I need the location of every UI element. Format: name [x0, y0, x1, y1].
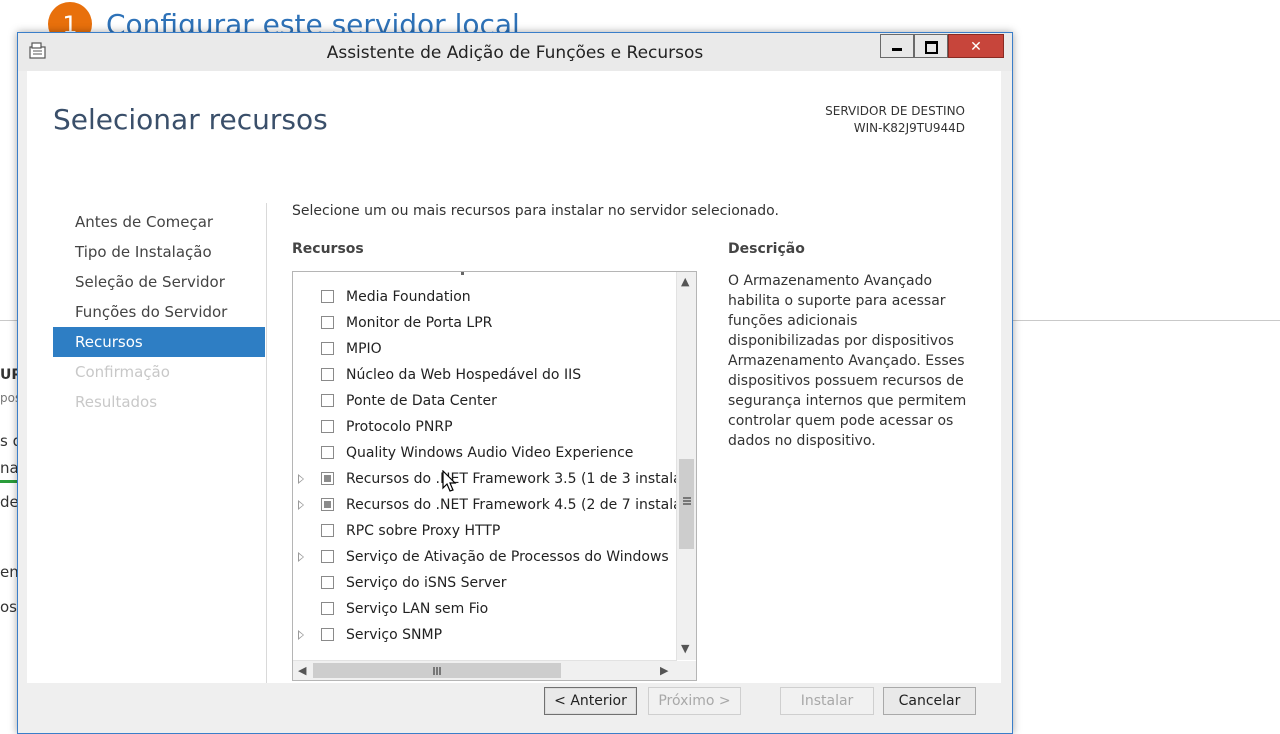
scrolled-item-sliver [461, 272, 464, 275]
close-icon: ✕ [970, 39, 982, 55]
background-underline [0, 480, 18, 483]
wizard-window: Assistente de Adição de Funções e Recurs… [17, 32, 1013, 734]
feature-checkbox[interactable] [321, 342, 334, 355]
description-text: O Armazenamento Avançado habilita o supo… [728, 273, 967, 449]
grip-icon [683, 497, 691, 499]
feature-checkbox[interactable] [321, 576, 334, 589]
background-fragment: os [0, 598, 17, 616]
destination-server-name: WIN-K82J9TU944D [853, 121, 965, 135]
feature-checkbox[interactable] [321, 628, 334, 641]
feature-row[interactable]: Recursos do .NET Framework 4.5 (2 de 7 i… [293, 492, 677, 518]
feature-label: Media Foundation [346, 289, 471, 305]
horizontal-scroll-thumb[interactable] [313, 663, 561, 678]
background-fragment[interactable]: na [0, 459, 19, 477]
feature-label: RPC sobre Proxy HTTP [346, 523, 501, 539]
vertical-scroll-thumb[interactable] [679, 459, 694, 549]
feature-label: Serviço de Ativação de Processos do Wind… [346, 549, 669, 565]
feature-checkbox[interactable] [321, 394, 334, 407]
feature-label: Núcleo da Web Hospedável do IIS [346, 367, 582, 383]
features-heading: Recursos [292, 241, 364, 257]
next-button: Próximo > [648, 687, 741, 715]
feature-row[interactable]: Serviço de Ativação de Processos do Wind… [293, 544, 677, 570]
feature-row[interactable]: Núcleo da Web Hospedável do IIS [293, 362, 677, 388]
feature-label: Serviço LAN sem Fio [346, 601, 489, 617]
maximize-icon [924, 40, 938, 54]
nav-item-tipo-de-instalacao[interactable]: Tipo de Instalação [53, 237, 265, 267]
scrollbar-corner [677, 661, 696, 680]
nav-item-funcoes-do-servidor[interactable]: Funções do Servidor [53, 297, 265, 327]
feature-label: Protocolo PNRP [346, 419, 453, 435]
feature-label: Serviço do iSNS Server [346, 575, 507, 591]
cancel-button[interactable]: Cancelar [883, 687, 976, 715]
feature-checkbox[interactable] [321, 290, 334, 303]
instruction-text: Selecione um ou mais recursos para insta… [292, 203, 779, 219]
wizard-content: Selecionar recursos SERVIDOR DE DESTINO … [27, 71, 1001, 683]
features-list[interactable]: Media Foundation Monitor de Porta LPR MPIO… [292, 271, 697, 681]
feature-label: Monitor de Porta LPR [346, 315, 493, 331]
grip-icon [433, 667, 435, 675]
nav-item-selecao-de-servidor[interactable]: Seleção de Servidor [53, 267, 265, 297]
expand-arrow-icon[interactable] [298, 630, 304, 640]
feature-row[interactable]: RPC sobre Proxy HTTP [293, 518, 677, 544]
feature-checkbox[interactable] [321, 316, 334, 329]
nav-item-antes-de-comecar[interactable]: Antes de Começar [53, 207, 265, 237]
feature-checkbox[interactable] [321, 368, 334, 381]
feature-label: Recursos do .NET Framework 3.5 (1 de 3 i… [346, 471, 677, 487]
feature-row[interactable]: Ponte de Data Center [293, 388, 677, 414]
feature-row[interactable]: Media Foundation [293, 284, 677, 310]
scroll-down-icon[interactable]: ▼ [681, 642, 689, 655]
feature-label: Recursos do .NET Framework 4.5 (2 de 7 i… [346, 497, 677, 513]
scroll-up-icon[interactable]: ▲ [681, 275, 689, 288]
feature-checkbox[interactable] [321, 550, 334, 563]
title-bar[interactable]: Assistente de Adição de Funções e Recurs… [18, 33, 1012, 71]
feature-row[interactable]: Protocolo PNRP [293, 414, 677, 440]
features-rows: Media Foundation Monitor de Porta LPR MPIO… [293, 272, 677, 660]
minimize-button[interactable] [880, 34, 914, 58]
page-title: Selecionar recursos [53, 103, 328, 136]
feature-row[interactable]: Monitor de Porta LPR [293, 310, 677, 336]
previous-button[interactable]: < Anterior [544, 687, 637, 715]
feature-row[interactable]: Quality Windows Audio Video Experience [293, 440, 677, 466]
nav-item-resultados: Resultados [75, 393, 158, 411]
wizard-nav: Antes de Começar Tipo de Instalação Sele… [53, 207, 265, 417]
expand-arrow-icon[interactable] [298, 474, 304, 484]
maximize-button[interactable] [914, 34, 948, 58]
feature-checkbox[interactable] [321, 472, 334, 485]
minimize-icon [892, 47, 902, 51]
feature-row[interactable]: Serviço SNMP [293, 622, 677, 648]
feature-checkbox[interactable] [321, 602, 334, 615]
expand-arrow-icon[interactable] [298, 552, 304, 562]
feature-label: Ponte de Data Center [346, 393, 497, 409]
destination-server: SERVIDOR DE DESTINO WIN-K82J9TU944D [825, 103, 965, 137]
background-fragment: de [0, 493, 19, 511]
feature-checkbox[interactable] [321, 524, 334, 537]
nav-item-recursos[interactable]: Recursos [53, 327, 265, 357]
expand-arrow-icon[interactable] [298, 500, 304, 510]
feature-label: Serviço SNMP [346, 627, 443, 643]
feature-checkbox[interactable] [321, 498, 334, 511]
feature-checkbox[interactable] [321, 420, 334, 433]
wizard-footer: < Anterior Próximo > Instalar Cancelar [27, 683, 1001, 733]
scroll-left-icon[interactable]: ◀ [298, 664, 306, 677]
destination-label: SERVIDOR DE DESTINO [825, 104, 965, 118]
horizontal-scrollbar[interactable]: ◀ ▶ [293, 660, 677, 680]
feature-row[interactable]: MPIO [293, 336, 677, 362]
mouse-pointer-icon [442, 470, 457, 492]
install-button: Instalar [780, 687, 874, 715]
close-button[interactable]: ✕ [948, 34, 1004, 58]
description-heading: Descrição [728, 241, 805, 257]
vertical-scrollbar[interactable]: ▲ ▼ [676, 272, 696, 660]
feature-checkbox[interactable] [321, 446, 334, 459]
nav-divider [266, 203, 267, 683]
feature-row[interactable]: Serviço do iSNS Server [293, 570, 677, 596]
feature-row[interactable]: Serviço LAN sem Fio [293, 596, 677, 622]
feature-label: Quality Windows Audio Video Experience [346, 445, 634, 461]
feature-row[interactable]: Recursos do .NET Framework 3.5 (1 de 3 i… [293, 466, 677, 492]
window-title: Assistente de Adição de Funções e Recurs… [326, 43, 704, 63]
feature-label: MPIO [346, 341, 382, 357]
scroll-right-icon[interactable]: ▶ [660, 664, 668, 677]
nav-item-confirmacao: Confirmação [75, 363, 170, 381]
